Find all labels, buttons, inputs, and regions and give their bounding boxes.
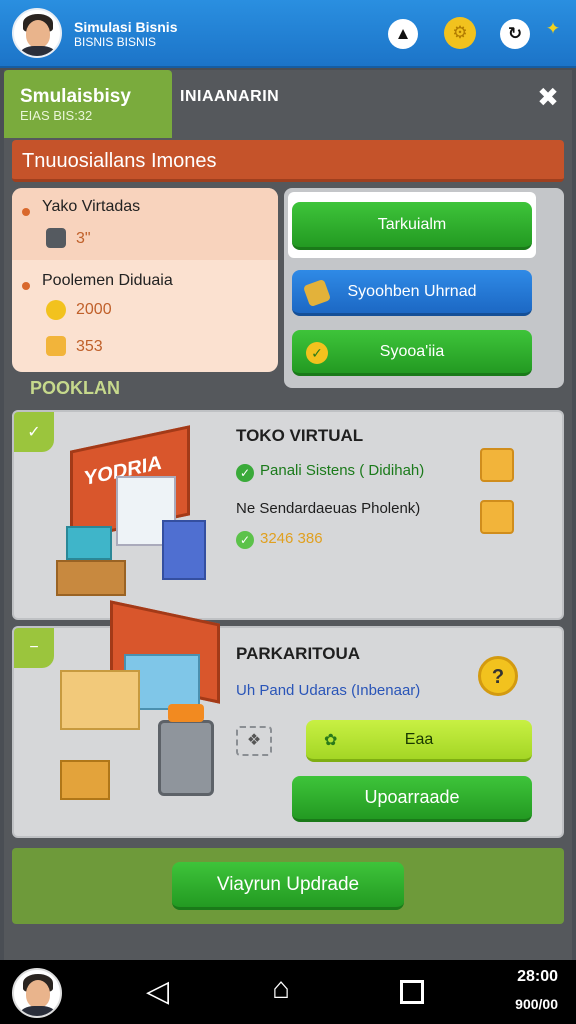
action-button-2[interactable]: Syoohben Uhrnad <box>292 270 532 316</box>
clock-sub: 900/00 <box>515 996 558 1012</box>
bullet-icon <box>22 208 30 216</box>
action-button-3[interactable]: ✓ Syooa'iia <box>292 330 532 376</box>
tab-simulasi-sub: EIAS BIS:32 <box>20 108 93 123</box>
action-button-2-label: Syoohben Uhrnad <box>347 282 477 300</box>
wrench-icon[interactable]: ✦ <box>538 14 568 44</box>
shop-illustration-2 <box>40 600 230 820</box>
leaf-icon: ✿ <box>324 732 338 749</box>
upgrade-button[interactable]: Upoarraade <box>292 776 532 822</box>
shop-1-line-2: Ne Sendardaeuas Pholenk) <box>236 500 421 517</box>
check-icon: ✓ <box>306 342 328 364</box>
box-icon <box>480 448 514 482</box>
profile-avatar[interactable] <box>12 8 62 58</box>
tools-icon: ❖ <box>236 726 272 756</box>
action-button-3-label: Syooa'iia <box>379 342 445 360</box>
box-plus-icon <box>480 500 514 534</box>
shop-1-title: TOKO VIRTUAL <box>236 426 364 445</box>
clock-time: 28:00 <box>517 968 558 985</box>
shop-2-title: PARKARITOUA <box>236 644 361 663</box>
stat-label-2: Poolemen Diduaia <box>42 272 173 289</box>
app-title: Simulasi Bisnis <box>74 19 178 35</box>
stat-value-2b: 353 <box>76 338 103 355</box>
shop-1-line-1: Panali Sistens ( Didihah) <box>260 462 425 479</box>
upgrade-small-button[interactable]: ✿ Eaa <box>306 720 532 762</box>
section-label: POOKLAN <box>30 378 120 398</box>
tab-other[interactable]: INIAANARIN <box>180 88 279 106</box>
gear-icon[interactable]: ⚙ <box>444 17 476 49</box>
action-button-1[interactable]: Tarkuialm <box>292 202 532 250</box>
help-icon[interactable]: ? <box>478 656 518 696</box>
footer-upgrade-button[interactable]: Viayrun Updrade <box>172 862 404 910</box>
bullet-icon <box>22 282 30 290</box>
tab-simulasi-title: Smulaisbisy <box>20 86 131 107</box>
stat-value-2a: 2000 <box>76 301 112 318</box>
stat-label-1: Yako Virtadas <box>42 198 141 215</box>
shop-2-line-1: Uh Pand Udaras (Inbenaar) <box>236 682 421 699</box>
recents-icon[interactable] <box>400 980 424 1004</box>
home-icon[interactable]: ⌂ <box>272 972 290 1006</box>
close-icon[interactable]: ✖ <box>532 82 564 114</box>
category-banner-text: Tnuuosiallans Imones <box>22 150 217 172</box>
back-icon[interactable]: ◁ <box>146 974 169 1009</box>
box-icon <box>46 336 66 356</box>
device-icon <box>46 228 66 248</box>
avatar-bottom[interactable] <box>12 968 62 1018</box>
refresh-icon[interactable]: ↻ <box>500 19 530 49</box>
app-subtitle: BISNIS BISNIS <box>74 35 157 49</box>
coin-icon <box>46 300 66 320</box>
check-icon: ✓ <box>236 531 254 549</box>
shop-1-line-3: 3246 386 <box>260 530 323 547</box>
upgrade-small-label: Eaa <box>404 730 434 748</box>
stat-value-1: 3" <box>76 230 91 247</box>
alert-icon[interactable]: ▲ <box>388 19 418 49</box>
check-icon: ✓ <box>236 464 254 482</box>
tag-icon <box>302 278 332 308</box>
shop-illustration-1: YODRIA <box>40 410 230 610</box>
